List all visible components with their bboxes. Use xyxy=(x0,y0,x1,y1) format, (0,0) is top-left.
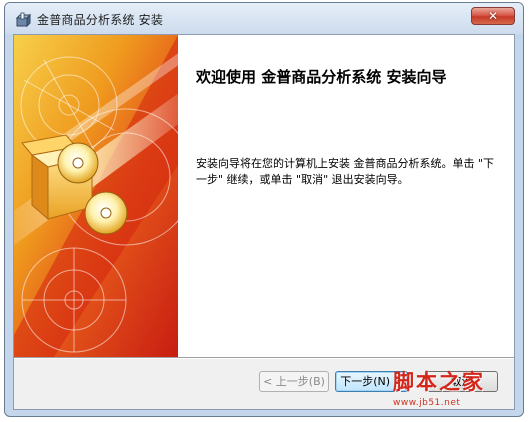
title-bar[interactable]: 金普商品分析系统 安装 ✕ xyxy=(5,3,523,34)
welcome-content-panel: 欢迎使用 金普商品分析系统 安装向导 安装向导将在您的计算机上安装 金普商品分析… xyxy=(178,35,514,357)
close-icon: ✕ xyxy=(487,9,499,23)
welcome-heading: 欢迎使用 金普商品分析系统 安装向导 xyxy=(196,68,447,86)
button-separator xyxy=(14,357,514,359)
close-button[interactable]: ✕ xyxy=(471,7,515,25)
watermark-url: www.jb51.net xyxy=(393,398,461,408)
installer-box-icon xyxy=(15,12,31,28)
welcome-banner-image xyxy=(14,35,178,357)
back-button[interactable]: < 上一步(B) xyxy=(259,371,329,392)
banner-graphic xyxy=(14,35,178,357)
watermark-text: 脚本之家 xyxy=(393,369,485,394)
installer-window: 金普商品分析系统 安装 ✕ 欢迎使用 金普商品分析系统 安装向导 安装向导将在您… xyxy=(4,2,524,417)
window-title: 金普商品分析系统 安装 xyxy=(37,13,164,27)
dialog-client-area: 欢迎使用 金普商品分析系统 安装向导 安装向导将在您的计算机上安装 金普商品分析… xyxy=(13,34,515,410)
welcome-description: 安装向导将在您的计算机上安装 金普商品分析系统。单击 "下一步" 继续，或单击 … xyxy=(196,157,495,186)
watermark: 脚本之家 www.jb51.net xyxy=(391,366,521,414)
